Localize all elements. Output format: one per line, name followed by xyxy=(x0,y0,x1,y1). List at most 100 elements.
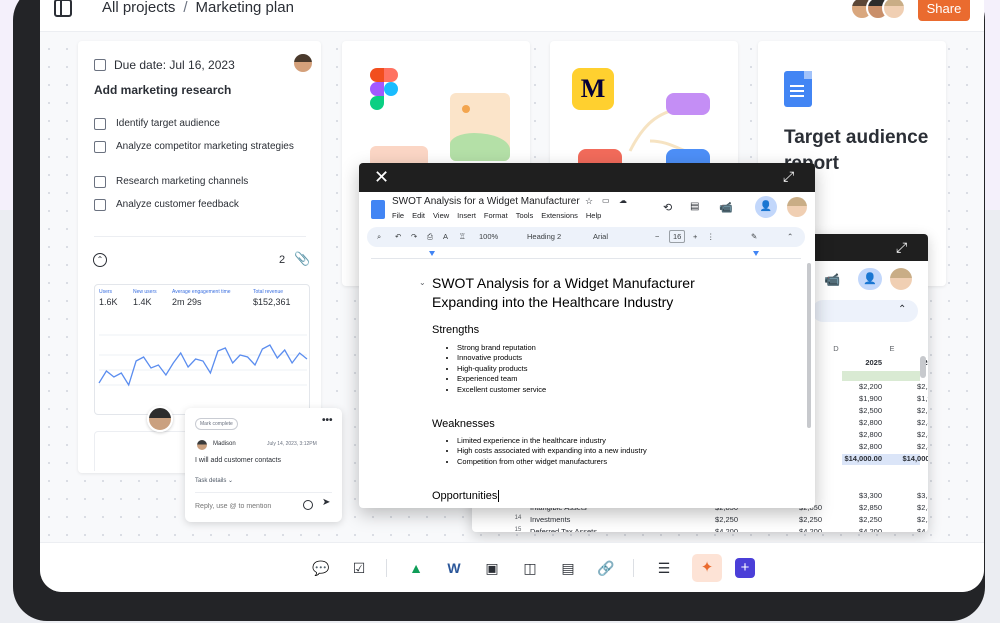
docs-window: ✕ ⤢ SWOT Analysis for a Widget Manufactu… xyxy=(359,163,815,508)
layout-icon[interactable]: ◫ xyxy=(520,558,540,578)
font-size-decrease[interactable]: − xyxy=(655,232,659,241)
menu-help[interactable]: Help xyxy=(586,211,601,220)
avatar[interactable] xyxy=(882,0,906,20)
video-icon[interactable]: 📹 xyxy=(824,272,840,288)
zoom-select[interactable]: 100% xyxy=(479,232,498,241)
list-item: Excellent customer service xyxy=(457,385,546,395)
star-icon[interactable]: ☆ xyxy=(585,196,593,207)
indent-marker[interactable] xyxy=(753,251,759,256)
strengths-list[interactable]: Strong brand reputation Innovative produ… xyxy=(445,343,546,395)
avatar[interactable] xyxy=(147,406,173,432)
comment-icon[interactable]: ▤ xyxy=(690,201,699,212)
subtask-checkbox[interactable] xyxy=(94,118,106,130)
more-icon[interactable]: ⋮ xyxy=(707,232,715,241)
redo-icon[interactable]: ↷ xyxy=(411,232,417,241)
comment-icon[interactable]: 💬 xyxy=(311,558,331,578)
mark-complete-button[interactable]: Mark complete xyxy=(195,418,238,430)
due-date: Due date: Jul 16, 2023 xyxy=(114,58,235,72)
subtask-checkbox[interactable] xyxy=(94,176,106,188)
note-icon[interactable]: ▤ xyxy=(558,558,578,578)
image-icon[interactable]: ▣ xyxy=(482,558,502,578)
collaborator-avatars[interactable] xyxy=(850,0,906,20)
breadcrumb-all-projects[interactable]: All projects xyxy=(102,0,175,16)
row-label: Investments xyxy=(530,515,571,524)
menu-view[interactable]: View xyxy=(433,211,449,220)
scrollbar[interactable] xyxy=(920,356,926,378)
cell: $14,000.00 xyxy=(844,454,882,463)
reply-input[interactable] xyxy=(195,500,295,512)
paint-format-icon[interactable]: ♖ xyxy=(459,232,466,241)
emoji-icon[interactable] xyxy=(303,500,313,510)
spellcheck-icon[interactable]: A xyxy=(443,232,448,241)
cell: $3,300 xyxy=(859,491,882,500)
close-icon[interactable]: ✕ xyxy=(374,167,389,188)
table-row[interactable]: 15 Deferred Tax Assets $4,200 $4,200 $4,200 $… xyxy=(472,527,928,532)
history-icon[interactable]: ⟲ xyxy=(663,201,672,214)
task-details-link[interactable]: Task details ⌄ xyxy=(195,477,233,484)
metric-revenue: Total revenue $152,361 xyxy=(253,289,291,307)
cell: $2,500 xyxy=(859,406,882,415)
task-title[interactable]: Add marketing research xyxy=(94,83,231,97)
subtask-label: Identify target audience xyxy=(116,118,220,129)
chevron-up-icon[interactable]: ⌃ xyxy=(93,253,107,267)
subtask-label: Analyze customer feedback xyxy=(116,199,239,210)
doc-heading[interactable]: SWOT Analysis for a Widget Manufacturer … xyxy=(432,274,732,312)
expand-icon[interactable]: ⤢ xyxy=(783,168,794,185)
weaknesses-list[interactable]: Limited experience in the healthcare ind… xyxy=(445,436,647,467)
video-icon[interactable]: 📹 xyxy=(719,201,733,214)
section-heading[interactable]: Strengths xyxy=(432,324,479,336)
style-select[interactable]: Heading 2 xyxy=(527,232,561,241)
ai-sparkle-icon[interactable]: ✦ xyxy=(692,554,722,582)
paperclip-icon[interactable]: 📎 xyxy=(294,251,310,267)
font-select[interactable]: Arial xyxy=(593,232,608,241)
folder-icon[interactable]: ▭ xyxy=(602,196,610,205)
scrollbar[interactable] xyxy=(807,263,811,428)
add-person-icon[interactable]: 👤 xyxy=(858,268,882,290)
print-icon[interactable]: ⎙ xyxy=(427,232,433,242)
outline-chevron-icon[interactable]: ⌄ xyxy=(419,278,426,287)
word-icon[interactable]: W xyxy=(444,558,464,578)
cell: $4,200 xyxy=(799,527,822,532)
due-checkbox[interactable] xyxy=(94,59,106,71)
menu-edit[interactable]: Edit xyxy=(412,211,425,220)
font-size-input[interactable]: 16 xyxy=(669,230,686,243)
undo-icon[interactable]: ↶ xyxy=(395,232,401,241)
google-drive-icon[interactable]: ▲ xyxy=(406,558,426,578)
doc-icon[interactable]: ☰ xyxy=(654,558,674,578)
add-person-icon[interactable]: 👤 xyxy=(755,196,777,218)
cell: $2,250 xyxy=(799,515,822,524)
chevron-up-icon[interactable]: ⌃ xyxy=(787,232,793,241)
more-icon[interactable]: ••• xyxy=(322,415,333,426)
section-heading[interactable]: Opportunities xyxy=(432,490,500,503)
link-icon[interactable]: 🔗 xyxy=(596,558,616,578)
send-icon[interactable]: ➤ xyxy=(322,497,330,508)
subtask-checkbox[interactable] xyxy=(94,141,106,153)
expand-icon[interactable]: ⤢ xyxy=(896,239,907,256)
subtask-label: Analyze competitor marketing strategies xyxy=(116,141,294,152)
chevron-up-icon[interactable]: ⌃ xyxy=(898,304,906,315)
google-docs-icon xyxy=(784,71,812,107)
doc-file-name[interactable]: SWOT Analysis for a Widget Manufacturer xyxy=(392,196,580,207)
avatar[interactable] xyxy=(890,268,912,290)
analytics-thumbnail[interactable]: Users 1.6K New users 1.4K Average engage… xyxy=(94,284,310,415)
edit-mode-icon[interactable]: ✎ xyxy=(751,232,757,241)
menu-extensions[interactable]: Extensions xyxy=(541,211,578,220)
menu-format[interactable]: Format xyxy=(484,211,508,220)
menu-file[interactable]: File xyxy=(392,211,404,220)
cell: $2,800 xyxy=(917,430,928,439)
add-icon[interactable]: + xyxy=(735,558,755,578)
avatar[interactable] xyxy=(294,54,312,72)
search-icon[interactable]: ⌕ xyxy=(377,232,381,242)
avatar[interactable] xyxy=(787,197,807,217)
menu-insert[interactable]: Insert xyxy=(457,211,476,220)
task-icon[interactable]: ☑ xyxy=(349,558,369,578)
indent-marker[interactable] xyxy=(429,251,435,256)
table-row[interactable]: 14 Investments $2,250 $2,250 $2,250 $2,250 xyxy=(472,515,928,527)
share-button[interactable]: Share xyxy=(918,0,970,21)
font-size-increase[interactable]: + xyxy=(693,232,697,241)
section-heading[interactable]: Weaknesses xyxy=(432,418,495,430)
sidebar-toggle-icon[interactable] xyxy=(54,0,72,17)
miro-icon: M xyxy=(572,68,614,110)
menu-tools[interactable]: Tools xyxy=(516,211,534,220)
subtask-checkbox[interactable] xyxy=(94,199,106,211)
